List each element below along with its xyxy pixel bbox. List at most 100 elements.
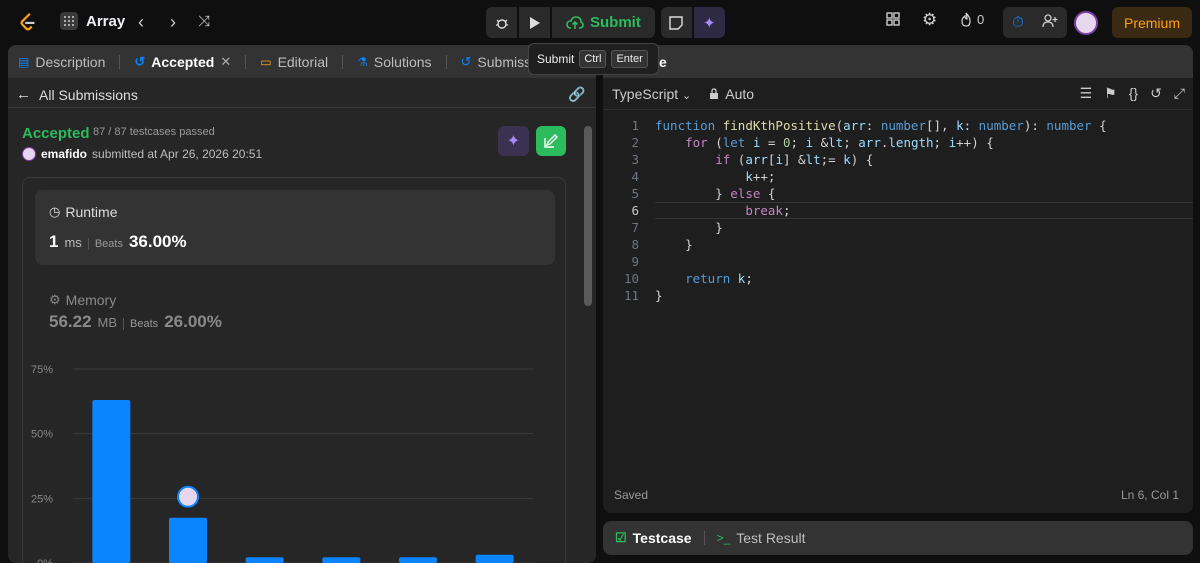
runtime-value-row: 1 ms Beats 36.00% <box>49 232 187 252</box>
tab-testcase[interactable]: ☑ Testcase <box>615 530 692 546</box>
tab-label: Accepted <box>151 53 215 70</box>
code-text: } <box>655 288 663 303</box>
code-line[interactable]: 5 } else { <box>603 185 1193 202</box>
shuffle-icon[interactable]: ⤨ <box>194 12 214 32</box>
stats-container: ◷ Runtime 1 ms Beats 36.00% ⚙ Memory 56.… <box>22 177 566 563</box>
link-chain-icon[interactable]: 🔗 <box>568 86 585 103</box>
ai-sparkle-icon[interactable]: ✦ <box>693 7 725 38</box>
chart-bar[interactable] <box>399 557 437 563</box>
memory-beats: 26.00% <box>164 312 222 331</box>
line-number: 11 <box>623 288 639 303</box>
auto-mode[interactable]: Auto <box>709 86 754 102</box>
debug-bug-icon[interactable] <box>486 7 517 38</box>
code-line[interactable]: 11} <box>603 287 1193 304</box>
streak-count: 0 <box>977 12 985 27</box>
next-problem-chevron-right-icon[interactable]: › <box>163 12 183 32</box>
braces-icon[interactable]: {} <box>1129 85 1138 102</box>
code-text: } <box>655 237 693 252</box>
line-number: 10 <box>623 271 639 286</box>
submitter-avatar[interactable] <box>22 147 36 161</box>
close-tab-icon[interactable]: ✕ <box>220 54 231 70</box>
prev-problem-chevron-left-icon[interactable]: ‹ <box>131 12 151 32</box>
tooltip-label: Submit <box>537 52 575 66</box>
runtime-card[interactable]: ◷ Runtime 1 ms Beats 36.00% <box>35 190 555 265</box>
history-icon: ↺ <box>134 53 146 69</box>
chart-bar[interactable] <box>169 517 207 563</box>
line-number: 5 <box>631 186 639 201</box>
settings-gear-icon[interactable]: ⚙ <box>922 10 937 30</box>
add-friend-icon[interactable] <box>1042 14 1058 31</box>
reset-icon[interactable]: ↺ <box>1150 85 1162 102</box>
grid-icon <box>60 12 78 30</box>
run-play-icon[interactable] <box>519 7 550 38</box>
code-text: for (let i = 0; i &lt; arr.length; i++) … <box>685 135 994 150</box>
all-submissions-link[interactable]: ← All Submissions <box>16 86 138 103</box>
tab-solutions[interactable]: ⚗ Solutions <box>357 54 431 70</box>
leetcode-logo-icon[interactable] <box>17 11 39 33</box>
code-line[interactable]: 2 for (let i = 0; i &lt; arr.length; i++… <box>603 134 1193 151</box>
chip-icon: ⚙ <box>49 292 61 307</box>
code-line[interactable]: 10 return k; <box>603 270 1193 287</box>
header-divider <box>8 107 596 108</box>
memory-label: Memory <box>65 292 117 308</box>
code-text: } else { <box>655 186 776 201</box>
testcase-panel: ☑ Testcase >_ Test Result <box>603 521 1193 555</box>
code-line[interactable]: 3 if (arr[i] &lt;= k) { <box>603 151 1193 168</box>
left-panel: ▤ Description ↺ Accepted ✕ ▭ Editorial ⚗… <box>8 45 596 563</box>
code-panel: e TypeScript ⌄ Auto ☰ ⚑ {} ↺ ⤢ 1 function… <box>603 45 1193 513</box>
tab-divider <box>342 54 344 69</box>
format-lines-icon[interactable]: ☰ <box>1080 85 1093 102</box>
notes-icon[interactable] <box>660 7 692 38</box>
kbd-enter: Enter <box>611 50 648 68</box>
memory-card[interactable]: ⚙ Memory 56.22 MB Beats 26.00% <box>35 278 555 343</box>
code-line[interactable]: 4 k++; <box>603 168 1193 185</box>
mode-label: Auto <box>725 85 755 102</box>
chart-bar[interactable] <box>245 557 284 563</box>
layout-icon[interactable] <box>886 12 900 31</box>
line-number: 9 <box>631 254 639 269</box>
code-panel-header: e <box>603 45 1193 78</box>
tab-description[interactable]: ▤ Description <box>18 54 105 70</box>
code-line[interactable]: 7 } <box>603 219 1193 236</box>
top-navbar: Array ‹ › ⤨ Submit ✦ ⚙ 0 ⏱ Premium <box>0 0 1200 44</box>
code-line[interactable]: 1 function findKthPositive(arr: number[],… <box>603 117 1193 134</box>
tab-test-result[interactable]: >_ Test Result <box>717 530 806 546</box>
submit-button[interactable]: Submit <box>552 7 655 38</box>
testcase-label: Testcase <box>632 530 692 546</box>
y-tick-label: 0% <box>37 558 53 563</box>
language-select[interactable]: TypeScript ⌄ <box>612 86 691 102</box>
submitter-username[interactable]: emafido <box>41 147 87 161</box>
bookmark-icon[interactable]: ⚑ <box>1104 85 1117 102</box>
chart-bar[interactable] <box>322 557 361 563</box>
chart-bar[interactable] <box>92 400 131 563</box>
your-submission-avatar-marker[interactable] <box>177 485 199 508</box>
submit-label: Submit <box>590 14 641 31</box>
timer-stopwatch-icon[interactable]: ⏱ <box>1012 14 1024 31</box>
edit-notes-icon[interactable] <box>536 126 566 156</box>
chart-bar[interactable] <box>475 554 514 563</box>
streak-counter[interactable]: 0 <box>960 12 984 27</box>
premium-button[interactable]: Premium <box>1112 7 1192 38</box>
line-number: 6 <box>631 203 639 218</box>
tab-editorial[interactable]: ▭ Editorial <box>260 54 328 70</box>
tab-label: Editorial <box>277 53 329 70</box>
problem-list-button[interactable]: Array <box>60 12 125 30</box>
runtime-label: Runtime <box>65 204 118 220</box>
tab-divider <box>445 54 447 69</box>
memory-unit: MB <box>97 315 118 330</box>
terminal-icon: >_ <box>716 531 731 545</box>
fullscreen-icon[interactable]: ⤢ <box>1174 85 1185 102</box>
scrollbar[interactable] <box>584 126 592 306</box>
code-text: if (arr[i] &lt;= k) { <box>715 152 874 167</box>
run-submit-group: Submit ✦ <box>486 7 725 38</box>
line-number: 4 <box>631 169 639 184</box>
code-line[interactable]: 6 break; <box>603 202 1193 219</box>
user-avatar[interactable] <box>1074 11 1098 35</box>
history-icon: ↺ <box>460 53 472 69</box>
code-line[interactable]: 9 <box>603 253 1193 270</box>
tab-accepted[interactable]: ↺ Accepted ✕ <box>134 54 231 70</box>
code-line[interactable]: 8 } <box>603 236 1193 253</box>
code-text: break; <box>745 203 791 218</box>
ai-analyze-sparkle-icon[interactable]: ✦ <box>498 126 529 156</box>
code-editor[interactable]: 1 function findKthPositive(arr: number[],… <box>603 117 1193 304</box>
